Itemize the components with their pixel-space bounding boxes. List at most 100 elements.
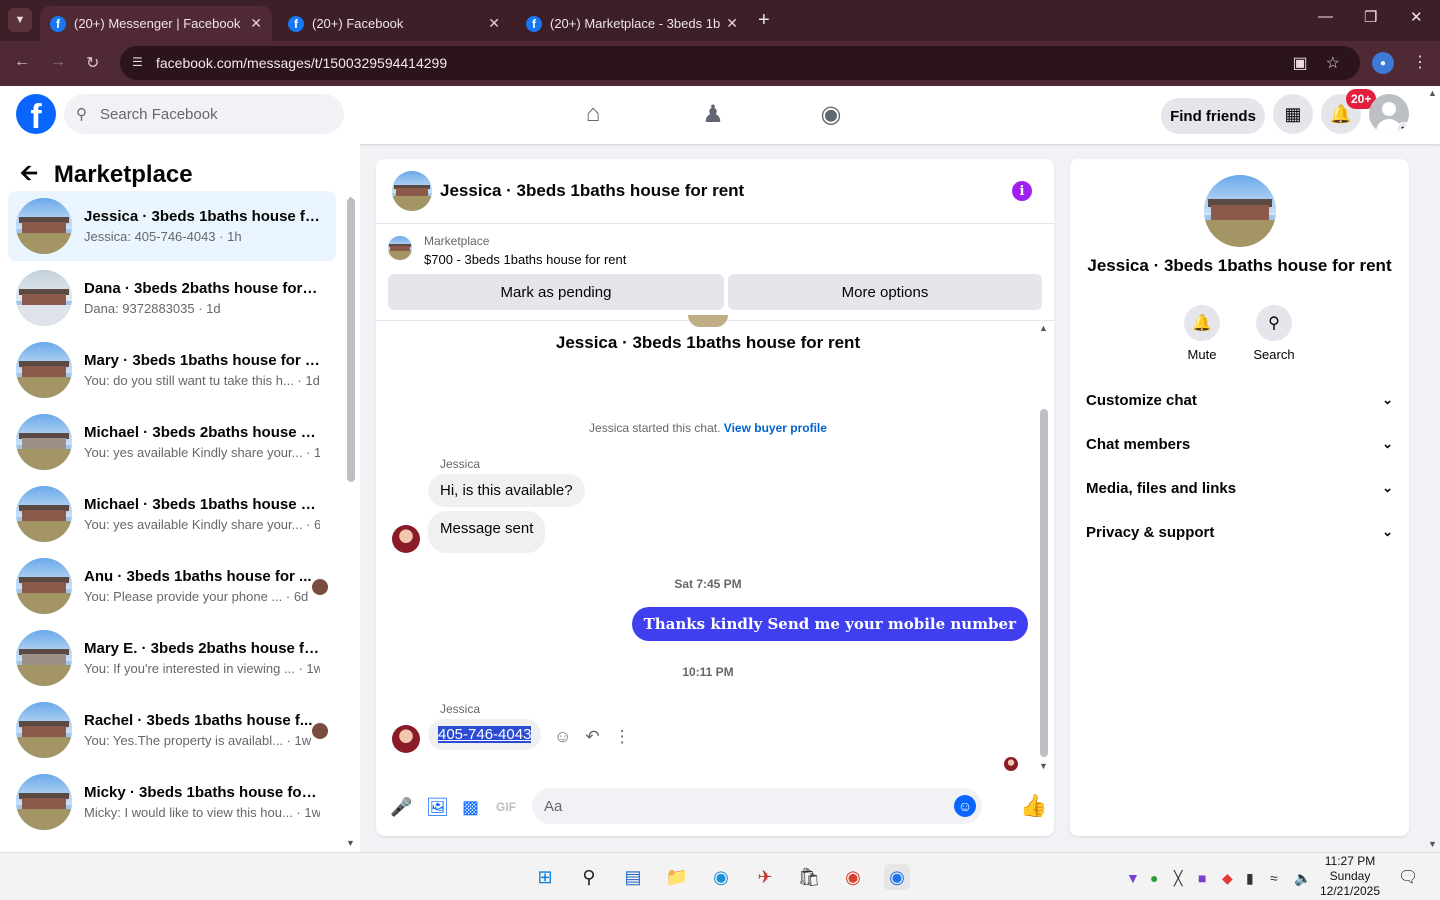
conversation-item[interactable]: Anu · 3beds 1baths house for ... You: Ple…	[8, 551, 336, 621]
maximize-icon[interactable]: ❐	[1364, 8, 1377, 26]
conversation-preview: Jessica: 405-746-4043 · 1h	[84, 229, 242, 244]
more-actions-icon[interactable]: ⋮	[614, 727, 631, 747]
system-clock[interactable]: 11:27 PM Sunday 12/21/2025	[1316, 854, 1384, 899]
incoming-message[interactable]: Message sent	[428, 511, 546, 553]
chat-title[interactable]: Jessica · 3beds 1baths house for rent	[440, 181, 744, 201]
minimize-icon[interactable]: —	[1318, 8, 1333, 25]
close-tab-icon[interactable]: ✕	[250, 15, 262, 32]
tab-facebook[interactable]: f (20+) Facebook ✕	[278, 6, 510, 41]
scroll-down-icon[interactable]: ▼	[1039, 761, 1048, 771]
tab-marketplace[interactable]: f (20+) Marketplace - 3beds 1ba ✕	[516, 6, 748, 41]
back-icon[interactable]: ←	[14, 53, 30, 71]
install-app-icon[interactable]: ▣	[1293, 53, 1308, 73]
mute-button[interactable]: 🔔 Mute	[1172, 305, 1232, 362]
scroll-down-icon[interactable]: ▼	[346, 838, 355, 848]
start-icon[interactable]: ⊞	[532, 864, 558, 890]
forward-icon[interactable]: →	[50, 53, 66, 71]
notification-center-icon[interactable]: 🗨	[1398, 867, 1418, 887]
store-icon[interactable]: 🛍	[796, 864, 822, 890]
conversation-item[interactable]: Dana · 3beds 2baths house for r... Dana: …	[8, 263, 336, 333]
gif-icon[interactable]: GIF	[496, 800, 516, 814]
chat-scrollbar[interactable]	[1040, 409, 1048, 757]
tab-search-dropdown-icon[interactable]: ▼	[8, 8, 32, 32]
tray-app-icon[interactable]: ▼	[1126, 870, 1140, 886]
wifi-icon[interactable]: ≈	[1270, 870, 1278, 886]
conversation-avatar	[16, 270, 72, 326]
chat-members-row[interactable]: Chat members ⌄	[1086, 429, 1393, 459]
address-bar[interactable]: ☰ facebook.com/messages/t/15003295944142…	[120, 46, 1360, 80]
conversation-item[interactable]: Mary E. · 3beds 2baths house fo... You: I…	[8, 623, 336, 693]
page-scroll-up-icon[interactable]: ▲	[1428, 88, 1437, 98]
chrome-icon[interactable]: ◉	[840, 864, 866, 890]
sender-avatar[interactable]	[392, 525, 420, 553]
chat-header: Jessica · 3beds 1baths house for rent i	[376, 159, 1054, 224]
chat-avatar[interactable]	[392, 171, 432, 211]
incoming-message[interactable]: Hi, is this available?	[428, 474, 585, 507]
attach-photo-icon[interactable]: 🖼	[426, 797, 449, 818]
tray-app-icon[interactable]: ■	[1198, 870, 1206, 886]
conversation-item[interactable]: Rachel · 3beds 1baths house f... You: Yes…	[8, 695, 336, 765]
tray-app-icon[interactable]: ◆	[1222, 870, 1233, 887]
contact-avatar[interactable]	[1204, 175, 1276, 247]
conversation-item[interactable]: Micky · 3beds 1baths house for r... Micky…	[8, 767, 336, 837]
battery-icon[interactable]: ▮	[1246, 870, 1254, 887]
listing-title[interactable]: $700 - 3beds 1baths house for rent	[424, 252, 626, 267]
view-buyer-profile-link[interactable]: View buyer profile	[724, 421, 827, 435]
site-settings-icon[interactable]: ☰	[132, 55, 148, 71]
new-tab-icon[interactable]: +	[758, 9, 770, 32]
conversation-info-icon[interactable]: i	[1012, 181, 1032, 201]
mark-as-pending-button[interactable]: Mark as pending	[388, 274, 724, 310]
edge-icon[interactable]: ◉	[708, 864, 734, 890]
message-input[interactable]: Aa ☺	[532, 788, 982, 824]
marketplace-label: Marketplace	[424, 234, 490, 248]
conversation-preview: You: Please provide your phone ... · 6d	[84, 589, 309, 604]
page-scroll-down-icon[interactable]: ▼	[1428, 839, 1437, 849]
sticker-icon[interactable]: ▩	[462, 797, 479, 818]
volume-icon[interactable]: 🔈	[1294, 870, 1311, 887]
groups-icon[interactable]: ◉	[816, 100, 846, 130]
emoji-icon[interactable]: ☺	[954, 795, 976, 817]
conversation-item[interactable]: Jessica · 3beds 1baths house for ... Jess…	[8, 191, 336, 261]
facebook-logo-icon[interactable]: f	[16, 94, 56, 134]
listing-thumbnail[interactable]	[388, 236, 412, 260]
scroll-up-icon[interactable]: ▲	[1039, 323, 1048, 333]
microphone-icon[interactable]: 🎤	[390, 797, 412, 818]
menu-grid-icon[interactable]: ▦	[1273, 94, 1313, 134]
conversation-item[interactable]: Michael · 3beds 2baths house fo... You: y…	[8, 407, 336, 477]
conversation-item[interactable]: Michael · 3beds 1baths house fo... You: y…	[8, 479, 336, 549]
more-options-button[interactable]: More options	[728, 274, 1042, 310]
tray-app-icon[interactable]: ●	[1150, 870, 1158, 886]
close-tab-icon[interactable]: ✕	[726, 15, 738, 32]
browser-profile-icon[interactable]: ●	[1372, 52, 1394, 74]
search-icon[interactable]: ⚲	[576, 864, 602, 890]
media-files-links-row[interactable]: Media, files and links ⌄	[1086, 473, 1393, 503]
search-conversation-button[interactable]: ⚲ Search	[1244, 305, 1304, 362]
react-emoji-icon[interactable]: ☺	[554, 727, 571, 747]
outgoing-message[interactable]: Thanks kindly Send me your mobile number	[631, 607, 1028, 641]
tray-app-icon[interactable]: ╳	[1174, 870, 1182, 887]
close-window-icon[interactable]: ✕	[1410, 8, 1423, 26]
home-icon[interactable]: ⌂	[578, 100, 608, 130]
search-input[interactable]: ⚲ Search Facebook	[64, 94, 344, 134]
reload-icon[interactable]: ↻	[86, 53, 99, 73]
back-arrow-icon[interactable]: 🡨	[20, 156, 38, 194]
bookmark-star-icon[interactable]: ☆	[1326, 53, 1340, 73]
phone-number-message[interactable]: 405-746-4043	[438, 726, 532, 743]
close-tab-icon[interactable]: ✕	[488, 15, 500, 32]
account-avatar[interactable]: ▼	[1369, 94, 1409, 134]
thumbs-up-icon[interactable]: 👍	[1020, 793, 1047, 819]
sender-avatar[interactable]	[392, 725, 420, 753]
find-friends-button[interactable]: Find friends	[1161, 98, 1265, 134]
browser-menu-icon[interactable]: ⋮	[1412, 52, 1428, 72]
app-icon[interactable]: ✈	[752, 864, 778, 890]
widgets-icon[interactable]: ▤	[620, 864, 646, 890]
conversation-item[interactable]: Mary · 3beds 1baths house for r... You: d…	[8, 335, 336, 405]
sidebar-scrollbar[interactable]	[347, 198, 355, 482]
privacy-support-row[interactable]: Privacy & support ⌄	[1086, 517, 1393, 547]
chrome-profile-icon[interactable]: ◉	[884, 864, 910, 890]
friends-icon[interactable]: ♟	[698, 100, 728, 130]
tab-messenger[interactable]: f (20+) Messenger | Facebook ✕	[40, 6, 272, 41]
file-explorer-icon[interactable]: 📁	[664, 864, 690, 890]
reply-icon[interactable]: ↶	[585, 727, 599, 747]
customize-chat-row[interactable]: Customize chat ⌄	[1086, 385, 1393, 415]
